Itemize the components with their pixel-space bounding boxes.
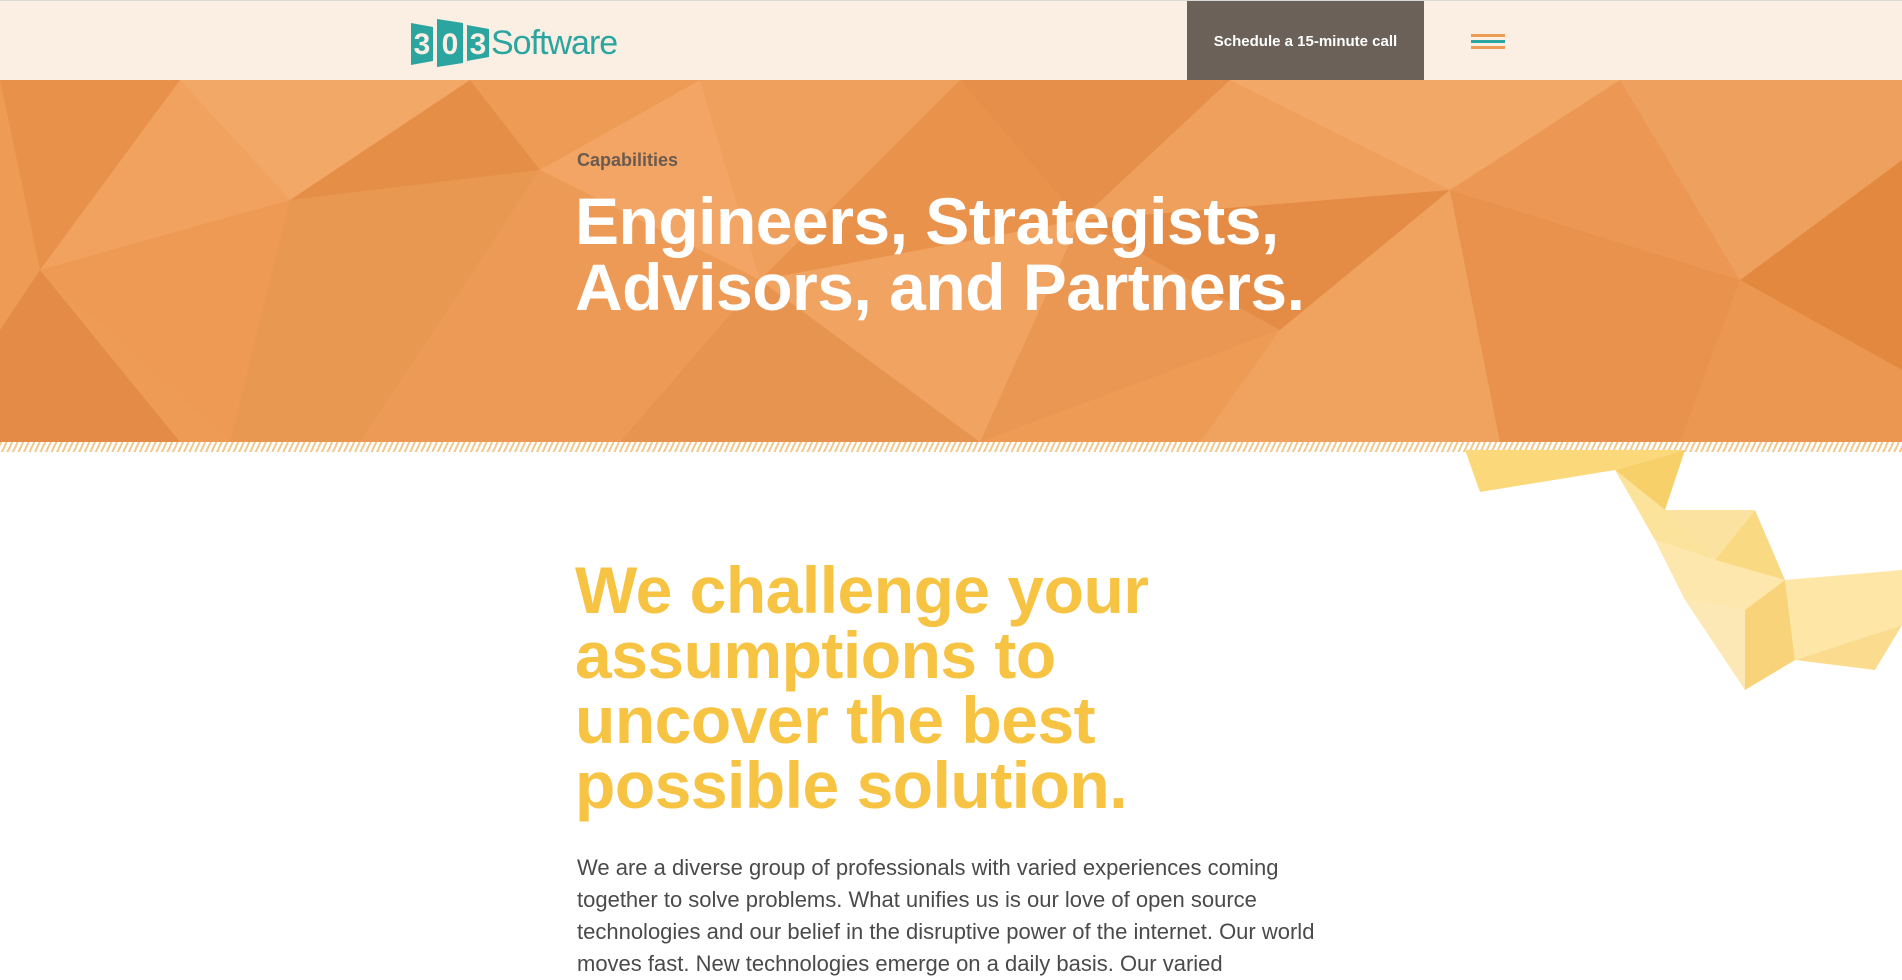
logo-digit: 0 (442, 28, 459, 61)
hero-title: Engineers, Strategists, Advisors, and Pa… (575, 184, 1305, 324)
logo-link[interactable]: 303 Software (411, 19, 618, 67)
logo-text: Software (491, 23, 618, 62)
intro-paragraph: We are a diverse group of professionals … (577, 855, 1315, 976)
schedule-call-button[interactable]: Schedule a 15-minute call (1187, 1, 1424, 81)
hamburger-menu-icon (1471, 34, 1505, 49)
hero-banner: Capabilities Engineers, Strategists, Adv… (0, 80, 1902, 442)
yellow-polygon-decoration (1465, 450, 1902, 690)
logo-digit: 3 (470, 28, 487, 61)
menu-button[interactable] (1460, 25, 1516, 57)
hero-eyebrow: Capabilities (577, 150, 679, 170)
logo-digit: 3 (414, 28, 431, 61)
site-header: 303 Software Schedule a 15-minute call (0, 0, 1902, 81)
section-heading: We challenge your assumptions to uncover… (575, 553, 1149, 822)
logo-303-icon: 303 (411, 19, 489, 67)
